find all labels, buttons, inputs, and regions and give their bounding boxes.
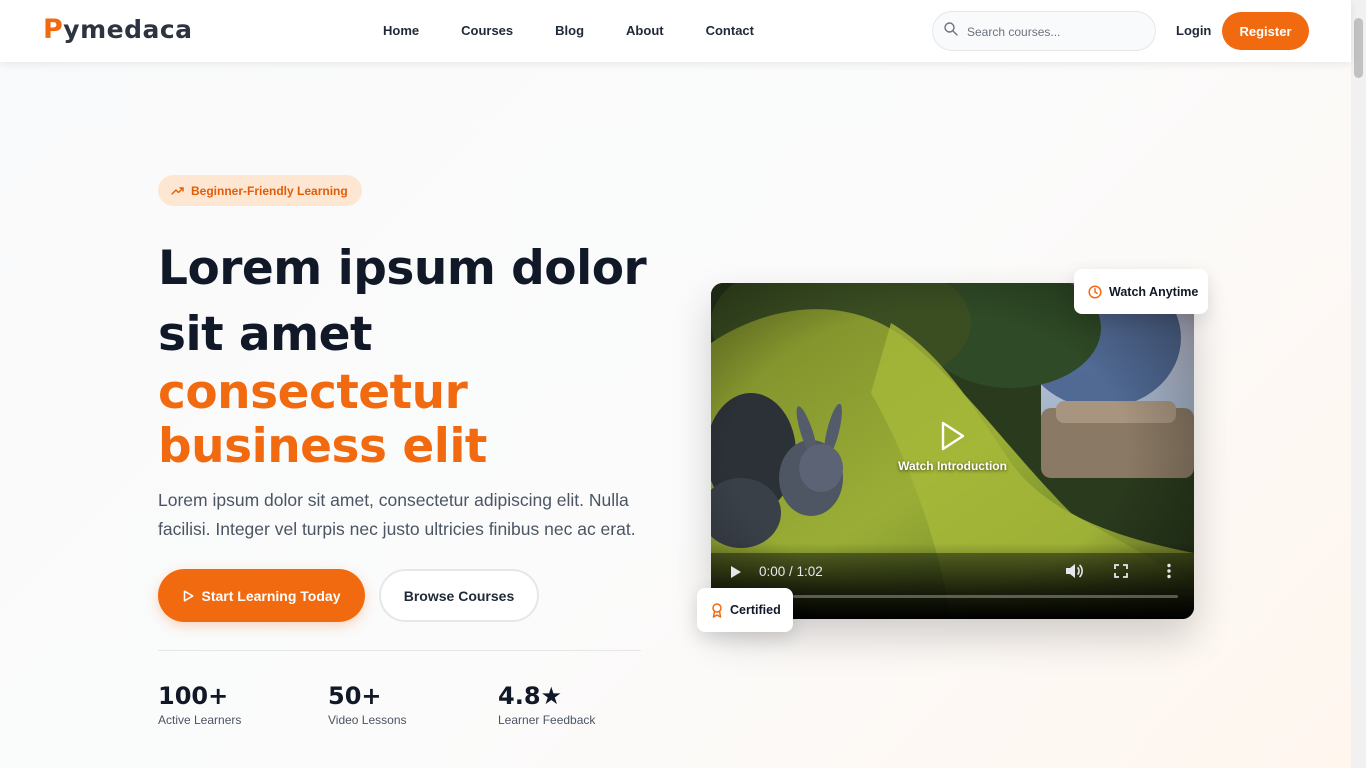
stats-divider (158, 650, 641, 651)
hero-headline: Lorem ipsum dolor sit amet (158, 241, 647, 362)
hero-badge-label: Beginner-Friendly Learning (191, 183, 348, 198)
top-navbar: Pymedaca Home Courses Blog About Contact… (0, 0, 1351, 62)
play-icon[interactable] (940, 421, 966, 451)
stat-value: 50+ (328, 682, 382, 710)
brand-logo-initial: P (43, 14, 64, 45)
stat-value: 100+ (158, 682, 229, 710)
certified-card: Certified (697, 588, 793, 632)
register-button[interactable]: Register (1222, 12, 1309, 50)
play-outline-icon (183, 589, 194, 602)
brand-logo-text: ymedaca (63, 15, 193, 44)
play-icon[interactable] (730, 565, 742, 579)
stat-label: Active Learners (158, 713, 242, 727)
brand-logo[interactable]: Pymedaca (43, 14, 193, 45)
nav-link-home[interactable]: Home (383, 23, 419, 38)
nav-link-about[interactable]: About (626, 23, 664, 38)
fullscreen-icon[interactable] (1114, 564, 1128, 578)
stat-active-learners: 100+ Active Learners (158, 681, 241, 727)
video-progress-bar[interactable] (793, 595, 1178, 598)
trending-up-icon (171, 186, 184, 195)
more-options-icon[interactable] (1166, 563, 1172, 579)
nav-link-contact[interactable]: Contact (706, 23, 754, 38)
clock-icon (1088, 284, 1102, 299)
video-overlay[interactable]: Watch Introduction (711, 421, 1194, 473)
search-icon (944, 22, 958, 36)
nav-links: Home Courses Blog About Contact (383, 23, 796, 38)
video-time: 0:00 / 1:02 (759, 564, 823, 579)
award-icon (712, 602, 722, 618)
stat-value: 4.8★ (498, 682, 563, 710)
start-learning-button[interactable]: Start Learning Today (158, 569, 365, 622)
hero-badge: Beginner-Friendly Learning (158, 175, 362, 206)
stat-learner-feedback: 4.8★ Learner Feedback (498, 681, 595, 727)
certified-label: Certified (730, 603, 781, 617)
stat-label: Learner Feedback (498, 713, 596, 727)
page-scrollbar[interactable] (1351, 0, 1366, 768)
browse-courses-button[interactable]: Browse Courses (379, 569, 539, 622)
hero-headline-accent: consectetur business elit (158, 365, 487, 474)
volume-icon[interactable] (1065, 563, 1083, 579)
login-link[interactable]: Login (1176, 23, 1211, 38)
stat-label: Video Lessons (328, 713, 407, 727)
scrollbar-thumb[interactable] (1354, 18, 1363, 78)
search-input[interactable] (967, 21, 1147, 43)
watch-introduction-label: Watch Introduction (898, 459, 1007, 473)
start-learning-label: Start Learning Today (201, 587, 341, 604)
search-box[interactable] (932, 11, 1156, 51)
nav-link-blog[interactable]: Blog (555, 23, 584, 38)
intro-video-player[interactable]: Watch Introduction 0:00 / 1:02 (711, 283, 1194, 619)
watch-anytime-card: Watch Anytime (1074, 269, 1208, 314)
nav-link-courses[interactable]: Courses (461, 23, 513, 38)
watch-anytime-label: Watch Anytime (1109, 284, 1199, 299)
stat-video-lessons: 50+ Video Lessons (328, 681, 407, 727)
hero-description: Lorem ipsum dolor sit amet, consectetur … (158, 490, 636, 539)
